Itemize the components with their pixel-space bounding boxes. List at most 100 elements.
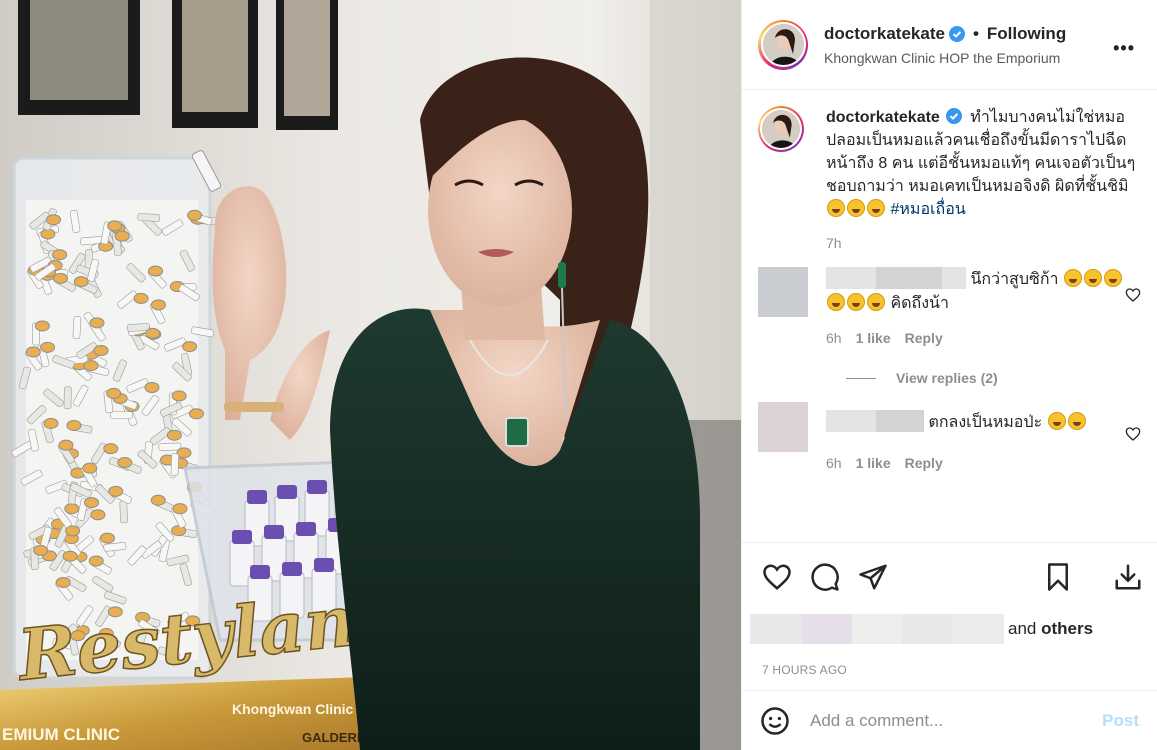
caption-username[interactable]: doctorkatekate [826, 109, 940, 126]
sweat-smile-emoji-icon [847, 199, 865, 217]
post-caption: doctorkatekate ทำไมบางคนไม่ใช่หมอ ปลอมเป… [758, 106, 1141, 251]
syringe-cap-decor [33, 544, 49, 556]
vial-cap-decor [277, 485, 297, 499]
syringe-cap-decor [43, 417, 59, 429]
laughing-emoji-icon [827, 293, 845, 311]
caption-verified-badge-icon [945, 108, 962, 124]
syringe-cap-decor [62, 550, 78, 562]
syringe-cap-decor [182, 341, 198, 353]
syringe-cap-decor [84, 497, 100, 509]
laughing-emoji-icon [1063, 269, 1082, 287]
post-location[interactable]: Khongkwan Clinic HOP the Emporium [824, 50, 1066, 66]
caption-avatar-image [762, 110, 800, 148]
caption-time[interactable]: 7h [826, 235, 1141, 251]
comments-section: doctorkatekate ทำไมบางคนไม่ใช่หมอ ปลอมเป… [742, 90, 1157, 543]
emoji-smile-icon[interactable] [760, 706, 790, 736]
post-photo: EMIUM CLINIC Khongkwan Clinic GALDERMA R… [0, 0, 741, 750]
redacted-liker [902, 614, 952, 644]
syringe-cap-decor [52, 272, 68, 284]
comment-reply-button[interactable]: Reply [905, 330, 943, 346]
comment-like-heart-icon[interactable] [1125, 426, 1141, 442]
comment-reply-button[interactable]: Reply [905, 455, 943, 471]
syringe-cap-decor [150, 494, 166, 506]
separator-dot: • [972, 23, 979, 43]
syringe-cap-decor [171, 390, 187, 402]
syringe-cap-decor [117, 457, 133, 469]
syringe-cap-decor [176, 447, 192, 459]
comment-likes[interactable]: 1 like [856, 330, 891, 346]
syringe-cap-decor [99, 532, 115, 544]
syringe-cap-decor [188, 408, 204, 420]
syringe-cap-decor [88, 555, 104, 567]
comment-meta: 6h 1 like Reply [826, 455, 1136, 471]
view-replies-line [846, 377, 876, 379]
syringe-decor [127, 323, 150, 332]
box-text-left: EMIUM CLINIC [2, 725, 120, 744]
save-bookmark-icon[interactable] [1043, 562, 1073, 592]
download-icon[interactable] [1113, 562, 1143, 592]
syringe-cap-decor [107, 220, 123, 232]
syringe-cap-decor [172, 503, 188, 515]
comment-like-heart-icon[interactable] [1125, 287, 1141, 303]
comment-bubble-icon[interactable] [810, 562, 840, 592]
laughing-emoji-icon [1103, 269, 1122, 287]
redacted-username [826, 267, 876, 289]
syringe-cap-decor [106, 387, 122, 399]
share-send-icon[interactable] [858, 562, 888, 592]
syringe-cap-decor [73, 276, 89, 288]
post-actions-bar [742, 543, 1157, 611]
syringe-cap-decor [103, 443, 119, 455]
comment-time[interactable]: 6h [826, 455, 842, 471]
caption-text-block: doctorkatekate ทำไมบางคนไม่ใช่หมอ ปลอมเป… [826, 106, 1141, 221]
author-avatar[interactable] [758, 19, 808, 70]
view-replies-label: View replies (2) [896, 370, 998, 386]
likes-others: others [1041, 619, 1094, 638]
post-comment-button[interactable]: Post [1102, 711, 1139, 731]
redacted-liker [952, 614, 1004, 644]
syringe-cap-decor [83, 360, 99, 372]
comment-text: ตกลงเป็นหมอป่ะ [826, 410, 1136, 435]
syringe-cap-decor [40, 341, 56, 353]
box-text-right: Khongkwan Clinic [232, 701, 354, 717]
vial-cap-decor [247, 490, 267, 504]
commenter-avatar-redacted[interactable] [758, 402, 808, 452]
comment-likes[interactable]: 1 like [856, 455, 891, 471]
following-button[interactable]: Following [987, 24, 1066, 44]
syringe-cap-decor [148, 265, 164, 277]
syringe-cap-decor [34, 320, 50, 332]
syringe-cap-decor [144, 381, 160, 393]
verified-badge-icon [948, 25, 965, 42]
likes-others-text[interactable]: and others [1008, 619, 1093, 639]
syringe-cap-decor [166, 429, 182, 441]
redacted-username [826, 410, 876, 432]
redacted-username [942, 267, 966, 289]
add-comment-input[interactable]: Add a comment... [810, 711, 1102, 731]
vial-cap-decor [314, 558, 334, 572]
laughing-emoji-icon [847, 293, 865, 311]
author-username[interactable]: doctorkatekate [824, 24, 945, 44]
view-replies-button[interactable]: View replies (2) [846, 370, 1141, 386]
syringe-cap-decor [58, 439, 74, 451]
comment-body: ตกลงเป็นหมอป่ะ [928, 414, 1043, 431]
laughing-emoji-icon [867, 293, 885, 311]
redacted-username [876, 410, 924, 432]
redacted-username [876, 267, 942, 289]
syringe-cap-decor [25, 346, 41, 358]
syringe-decor [137, 213, 161, 222]
syringe-decor [63, 386, 72, 410]
commenter-avatar-redacted[interactable] [758, 267, 808, 317]
post-time-ago[interactable]: 7 HOURS AGO [742, 647, 1157, 689]
caption-hashtag[interactable]: #หมอเถื่อน [890, 201, 965, 218]
likes-summary[interactable]: and others [742, 611, 1157, 647]
more-options-icon[interactable]: ••• [1113, 38, 1135, 59]
caption-author-avatar[interactable] [758, 106, 804, 152]
laughing-emoji-icon [1067, 412, 1086, 430]
comment-time[interactable]: 6h [826, 330, 842, 346]
syringe-cap-decor [150, 299, 166, 311]
syringe-cap-decor [82, 462, 98, 474]
syringe-cap-decor [187, 209, 203, 221]
like-heart-icon[interactable] [762, 562, 792, 592]
sweat-smile-emoji-icon [827, 199, 845, 217]
syringe-cap-decor [145, 327, 161, 339]
syringe-decor [170, 453, 179, 477]
